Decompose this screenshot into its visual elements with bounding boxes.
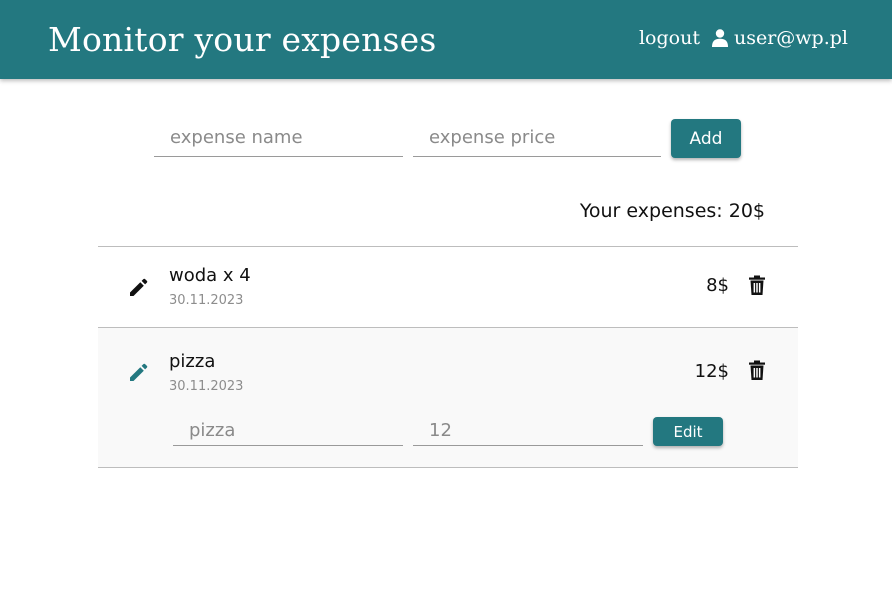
edit-name-input[interactable] bbox=[173, 415, 403, 446]
pencil-icon[interactable] bbox=[129, 277, 149, 297]
user-email: user@wp.pl bbox=[733, 27, 848, 49]
expense-price: 12$ bbox=[694, 361, 729, 382]
expense-name-input[interactable] bbox=[154, 119, 403, 157]
expense-row-editing: pizza 30.11.2023 12$ Edit bbox=[98, 328, 798, 467]
divider bbox=[98, 467, 798, 468]
add-expense-form: Add bbox=[154, 119, 754, 161]
edit-price-input[interactable] bbox=[413, 415, 643, 446]
edit-button[interactable]: Edit bbox=[653, 417, 723, 446]
expense-price: 8$ bbox=[706, 275, 729, 296]
expense-list: woda x 4 30.11.2023 8$ pizza 30.11.2023 … bbox=[98, 246, 798, 468]
user-icon bbox=[711, 29, 728, 47]
trash-icon[interactable] bbox=[749, 360, 765, 380]
expense-name: pizza bbox=[169, 351, 216, 372]
app-title: Monitor your expenses bbox=[48, 20, 437, 59]
expense-price-input[interactable] bbox=[413, 119, 661, 157]
expense-row: woda x 4 30.11.2023 8$ bbox=[98, 247, 798, 327]
expense-date: 30.11.2023 bbox=[169, 379, 244, 394]
app-header: Monitor your expenses logout user@wp.pl bbox=[0, 0, 892, 79]
expense-date: 30.11.2023 bbox=[169, 293, 244, 308]
expenses-total: Your expenses: 20$ bbox=[579, 200, 765, 222]
add-button[interactable]: Add bbox=[671, 119, 741, 158]
header-user-area: logout user@wp.pl bbox=[639, 27, 848, 49]
pencil-icon[interactable] bbox=[129, 362, 149, 382]
trash-icon[interactable] bbox=[749, 275, 765, 295]
logout-link[interactable]: logout bbox=[639, 27, 700, 49]
expense-name: woda x 4 bbox=[169, 265, 251, 286]
